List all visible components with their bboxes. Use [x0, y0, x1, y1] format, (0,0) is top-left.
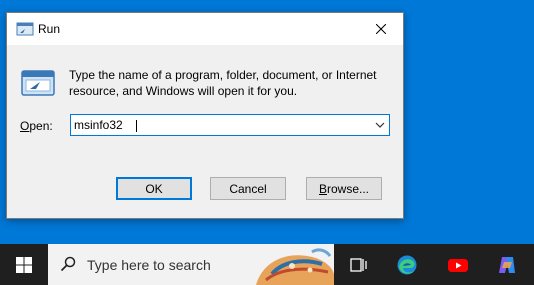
open-label: Open:	[20, 119, 53, 133]
taskbar: Type here to search	[0, 244, 534, 285]
browse-accesskey: B	[318, 181, 327, 196]
ok-button[interactable]: OK	[116, 177, 192, 200]
taskbar-search-box[interactable]: Type here to search	[48, 244, 334, 285]
task-view-icon[interactable]	[347, 254, 369, 276]
run-icon	[16, 22, 34, 36]
close-button[interactable]	[359, 13, 403, 45]
open-input[interactable]: msinfo32	[74, 118, 123, 132]
youtube-icon[interactable]	[447, 254, 469, 276]
open-combobox[interactable]: msinfo32	[70, 114, 390, 136]
close-icon	[376, 24, 386, 34]
search-icon	[60, 256, 76, 272]
cancel-label: Cancel	[229, 181, 267, 196]
windows-start-icon	[16, 256, 32, 273]
run-app-icon	[21, 70, 55, 96]
dialog-description: Type the name of a program, folder, docu…	[69, 68, 377, 98]
edge-icon[interactable]	[396, 254, 418, 276]
text-caret	[136, 120, 137, 132]
browse-button[interactable]: Browse...	[306, 177, 382, 200]
cancel-button[interactable]: Cancel	[210, 177, 286, 200]
open-label-accesskey: O	[20, 119, 30, 133]
open-label-rest: pen:	[29, 119, 53, 133]
start-button[interactable]	[0, 244, 48, 285]
run-dialog: Run Type the name of a program, folder, …	[6, 12, 404, 219]
chevron-down-icon[interactable]	[375, 121, 385, 129]
search-highlight-illustration	[256, 248, 334, 285]
dialog-title: Run	[38, 22, 61, 36]
title-bar[interactable]: Run	[7, 13, 403, 45]
ok-label: OK	[145, 181, 163, 196]
browse-label-rest: rowse...	[327, 181, 370, 196]
search-placeholder: Type here to search	[87, 257, 211, 273]
copilot-icon[interactable]	[496, 254, 518, 276]
